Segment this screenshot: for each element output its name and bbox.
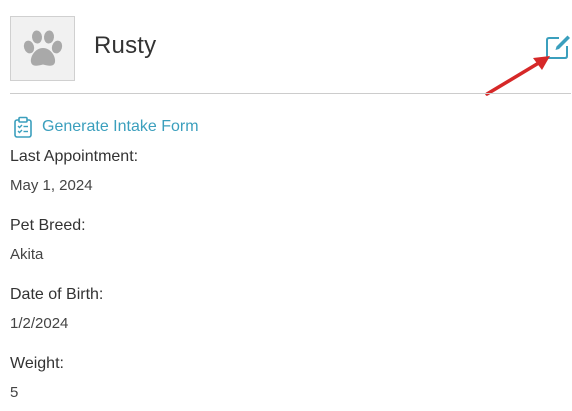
- field-value: 1/2/2024: [10, 315, 69, 332]
- field-label: Weight:: [10, 355, 64, 372]
- field-value: May 1, 2024: [10, 177, 93, 194]
- field-last-appointment: Last Appointment: May 1, 2024: [10, 148, 138, 194]
- field-label: Last Appointment:: [10, 148, 139, 165]
- field-value: Akita: [10, 246, 44, 263]
- paw-icon: [23, 30, 63, 66]
- field-label: Date of Birth:: [10, 286, 104, 303]
- field-date-of-birth: Date of Birth: 1/2/2024: [10, 286, 103, 332]
- field-pet-breed: Pet Breed: Akita: [10, 217, 86, 263]
- pet-avatar: [10, 16, 75, 81]
- header-divider: [10, 93, 571, 94]
- pet-profile-card: Rusty Generate Intake Form Last Appointm…: [0, 0, 572, 411]
- generate-intake-form-link[interactable]: Generate Intake Form: [12, 116, 199, 138]
- pet-name: Rusty: [94, 32, 157, 59]
- field-value: 5: [10, 384, 19, 401]
- annotation-arrow: [485, 56, 550, 96]
- clipboard-icon: [14, 116, 32, 138]
- intake-link-label: Generate Intake Form: [42, 118, 199, 135]
- field-label: Pet Breed:: [10, 217, 86, 234]
- field-weight: Weight: 5: [10, 355, 64, 401]
